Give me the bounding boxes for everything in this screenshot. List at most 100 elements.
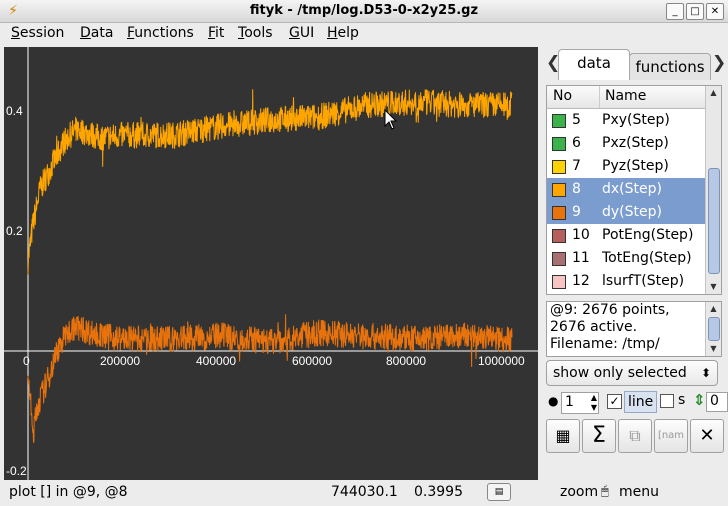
column-header-no[interactable]: No [553, 88, 572, 104]
header-divider [599, 86, 600, 108]
dataset-number: 8 [572, 181, 581, 197]
spinner-arrows-icon[interactable]: ▲ ▼ [591, 393, 597, 413]
offset-spinner[interactable]: 0 [706, 392, 728, 412]
x-tick-label: 0 [23, 354, 30, 368]
menu-help[interactable]: Help [327, 25, 359, 41]
data-table-button[interactable]: ▦ [546, 419, 580, 453]
x-tick-label: 200000 [100, 354, 140, 368]
tab-data[interactable]: data [558, 49, 630, 80]
dataset-name: lsurfT(Step) [602, 273, 685, 289]
close-window-button[interactable]: ✕ [706, 3, 724, 20]
tab-functions[interactable]: functions [629, 53, 711, 80]
menu-functions[interactable]: Functions [127, 25, 194, 41]
dataset-color-swatch[interactable] [552, 137, 566, 151]
list-header: No Name [547, 86, 705, 109]
sigma-icon: Σ [592, 423, 606, 448]
menu-gui[interactable]: GUI [289, 25, 314, 41]
info-line: 2676 active. [550, 319, 638, 335]
dataset-row[interactable]: 11 TotEng(Step) [547, 247, 705, 270]
dataset-name: dy(Step) [602, 204, 662, 220]
copy-icon: ⧉ [629, 426, 641, 445]
scroll-down-icon[interactable]: ▼ [706, 280, 721, 294]
filter-select-value: show only selected [553, 365, 687, 381]
window-title: fityk - /tmp/log.D53-0-x2y25.gz [249, 3, 479, 18]
dataset-color-swatch[interactable] [552, 275, 566, 289]
minimize-button[interactable]: _ [666, 3, 684, 20]
dataset-color-swatch[interactable] [552, 229, 566, 243]
info-line: @9: 2676 points, [550, 302, 670, 318]
y-tick-label: -0.2 [6, 464, 27, 478]
menu-tools[interactable]: Tools [238, 25, 273, 41]
list-scrollbar[interactable]: ▲ ▼ [705, 86, 721, 294]
dataset-name: Pxz(Step) [602, 135, 669, 151]
y-tick-label: 0.2 [6, 224, 23, 238]
dataset-name: Pyz(Step) [602, 158, 669, 174]
maximize-button[interactable]: □ [686, 3, 704, 20]
dataset-row[interactable]: 6 Pxz(Step) [547, 132, 705, 155]
scroll-down-icon[interactable]: ▼ [706, 342, 721, 356]
dataset-name: TotEng(Step) [602, 250, 692, 266]
dataset-name: Pxy(Step) [602, 112, 670, 128]
delete-dataset-button[interactable]: ✕ [690, 419, 724, 453]
dataset-list[interactable]: No Name 5 Pxy(Step) 6 Pxz(Step) 7 Pyz(Step) 8 d… [546, 85, 722, 295]
status-bar: plot [] in @9, @8 744030.1 0.3995 ▤ zoom… [0, 480, 728, 506]
dataset-color-swatch[interactable] [552, 206, 566, 220]
dataset-color-swatch[interactable] [552, 160, 566, 174]
x-tick-label: 1000000 [478, 354, 525, 368]
sum-button[interactable]: Σ [582, 419, 616, 453]
rename-dataset-button[interactable]: [nam [654, 419, 688, 453]
dataset-row[interactable]: 12 lsurfT(Step) [547, 270, 705, 293]
dataset-number: 9 [572, 204, 581, 220]
status-toggle-button[interactable]: ▤ [487, 483, 511, 501]
dataset-toolbar: ▦ Σ ⧉ [nam ✕ [546, 419, 728, 453]
x-coordinate: 744030.1 [331, 484, 398, 500]
dataset-number: 10 [572, 227, 590, 243]
side-panel: ❮ ❯ data functions No Name 5 Pxy(Step) 6 Px… [542, 47, 728, 480]
dataset-number: 5 [572, 112, 581, 128]
filter-select[interactable]: show only selected ⬍ [546, 360, 718, 386]
scroll-thumb[interactable] [708, 317, 720, 341]
x-tick-label: 400000 [196, 354, 236, 368]
menu-data[interactable]: Data [80, 25, 113, 41]
dataset-color-swatch[interactable] [552, 114, 566, 128]
dataset-row[interactable]: 7 Pyz(Step) [547, 155, 705, 178]
table-grid-icon: ▦ [555, 426, 571, 445]
dataset-row[interactable]: 5 Pxy(Step) [547, 109, 705, 132]
info-line: Filename: /tmp/ [550, 336, 660, 352]
menu-session[interactable]: Session [11, 25, 64, 41]
dataset-row[interactable]: 8 dx(Step) [547, 178, 705, 201]
scroll-up-icon[interactable]: ▲ [706, 302, 721, 316]
mouse-cursor-icon [384, 108, 398, 130]
dataset-color-swatch[interactable] [552, 252, 566, 266]
close-icon: ✕ [699, 425, 715, 446]
dataset-name: dx(Step) [602, 181, 662, 197]
scroll-up-icon[interactable]: ▲ [706, 86, 721, 100]
main-plot[interactable]: 0.4 0.2 -0.2 0 200000 400000 600000 8000… [4, 47, 538, 480]
line-label[interactable]: line [624, 391, 658, 413]
dataset-number: 7 [572, 158, 581, 174]
line-checkbox[interactable]: ✓ [607, 394, 622, 409]
info-scrollbar[interactable]: ▲ ▼ [705, 302, 721, 356]
tab-scroll-right-icon[interactable]: ❯ [712, 53, 726, 73]
series-dy-line [27, 314, 513, 443]
updown-arrow-icon: ⬍ [700, 366, 711, 380]
x-tick-label: 800000 [386, 354, 426, 368]
plot-canvas[interactable]: 0.4 0.2 -0.2 0 200000 400000 600000 8000… [4, 47, 538, 480]
dataset-name: PotEng(Step) [602, 227, 694, 243]
dataset-color-swatch[interactable] [552, 183, 566, 197]
dataset-number: 11 [572, 250, 590, 266]
column-header-name[interactable]: Name [605, 88, 646, 104]
y-coordinate: 0.3995 [414, 484, 463, 500]
mouse-mode-left: zoom [560, 484, 599, 500]
rename-icon: [nam [657, 430, 685, 441]
point-size-spinner[interactable]: 1 ▲ ▼ [561, 392, 599, 414]
scroll-thumb[interactable] [708, 168, 720, 274]
copy-dataset-button[interactable]: ⧉ [618, 419, 652, 453]
y-tick-label: 0.4 [6, 104, 23, 118]
dataset-info-text: @9: 2676 points, 2676 active. Filename: … [546, 301, 722, 357]
dataset-row[interactable]: 9 dy(Step) [547, 201, 705, 224]
menu-fit[interactable]: Fit [208, 25, 224, 41]
dataset-row[interactable]: 10 PotEng(Step) [547, 224, 705, 247]
s-checkbox[interactable] [660, 394, 674, 408]
menu-bar: Session Data Functions Fit Tools GUI Hel… [0, 23, 728, 45]
